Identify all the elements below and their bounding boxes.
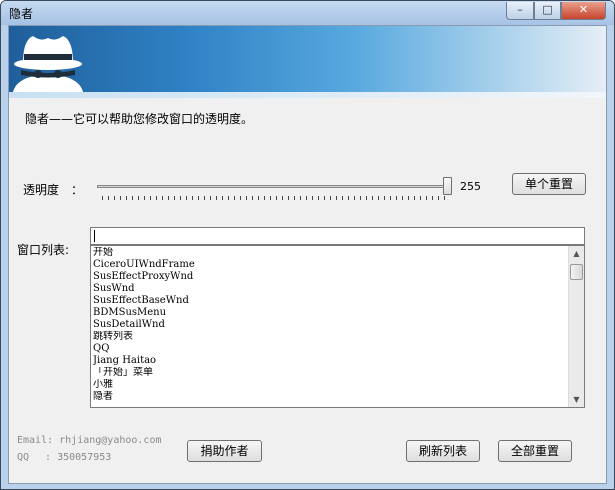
window-filter-input[interactable]: [90, 227, 585, 245]
donate-button[interactable]: 捐助作者: [187, 440, 262, 462]
maximize-button[interactable]: □: [534, 2, 561, 20]
list-item[interactable]: 小雅: [93, 379, 563, 391]
list-item[interactable]: SusEffectProxyWnd: [93, 271, 563, 283]
window-listbox[interactable]: 开始 CiceroUIWndFrame SusEffectProxyWnd Su…: [90, 245, 585, 408]
transparency-label: 透明度 ：: [23, 183, 84, 197]
list-item[interactable]: 「开始」菜单: [93, 367, 563, 379]
window-list: 开始 CiceroUIWndFrame SusEffectProxyWnd Su…: [93, 247, 563, 403]
close-button[interactable]: ✕: [561, 2, 606, 20]
transparency-value: 255: [460, 180, 481, 193]
reset-all-button[interactable]: 全部重置: [498, 440, 572, 462]
list-item[interactable]: QQ: [93, 343, 563, 355]
text-caret: [94, 230, 95, 242]
slider-ticks: [102, 196, 447, 200]
list-item[interactable]: SusEffectBaseWnd: [93, 295, 563, 307]
header-banner: [9, 26, 606, 98]
spy-hat-icon: [13, 36, 83, 92]
list-item[interactable]: BDMSusMenu: [93, 307, 563, 319]
app-window: 隐者 – □ ✕ 隐者——它可以帮助您修改窗口的透明度。 透明度 ： 255 单…: [0, 0, 615, 490]
footer-email: Email: rhjiang@yahoo.com: [17, 435, 162, 446]
list-item[interactable]: 隐者: [93, 391, 563, 403]
list-scrollbar[interactable]: ▲ ▼: [568, 246, 584, 407]
scrollbar-thumb[interactable]: [570, 264, 583, 280]
chevron-up-icon[interactable]: ▲: [569, 246, 584, 261]
list-item[interactable]: 跳转列表: [93, 331, 563, 343]
list-item[interactable]: Jiang Haitao: [93, 355, 563, 367]
chevron-down-icon[interactable]: ▼: [569, 392, 584, 407]
list-item[interactable]: CiceroUIWndFrame: [93, 259, 563, 271]
footer-qq: QQ : 350057953: [17, 452, 112, 463]
title-bar[interactable]: 隐者 – □ ✕: [1, 1, 614, 25]
refresh-list-button[interactable]: 刷新列表: [406, 440, 480, 462]
banner-divider: [9, 92, 606, 98]
list-item[interactable]: 开始: [93, 247, 563, 259]
transparency-slider-track[interactable]: [97, 185, 449, 188]
list-item[interactable]: SusWnd: [93, 283, 563, 295]
list-item[interactable]: SusDetailWnd: [93, 319, 563, 331]
client-area: 隐者——它可以帮助您修改窗口的透明度。 透明度 ： 255 单个重置 窗口列表:…: [8, 25, 607, 484]
minimize-button[interactable]: –: [506, 2, 534, 20]
window-list-label: 窗口列表:: [17, 243, 70, 257]
description-text: 隐者——它可以帮助您修改窗口的透明度。: [25, 112, 254, 126]
reset-single-button[interactable]: 单个重置: [512, 173, 586, 195]
transparency-slider-thumb[interactable]: [443, 177, 452, 195]
window-title: 隐者: [9, 7, 34, 21]
